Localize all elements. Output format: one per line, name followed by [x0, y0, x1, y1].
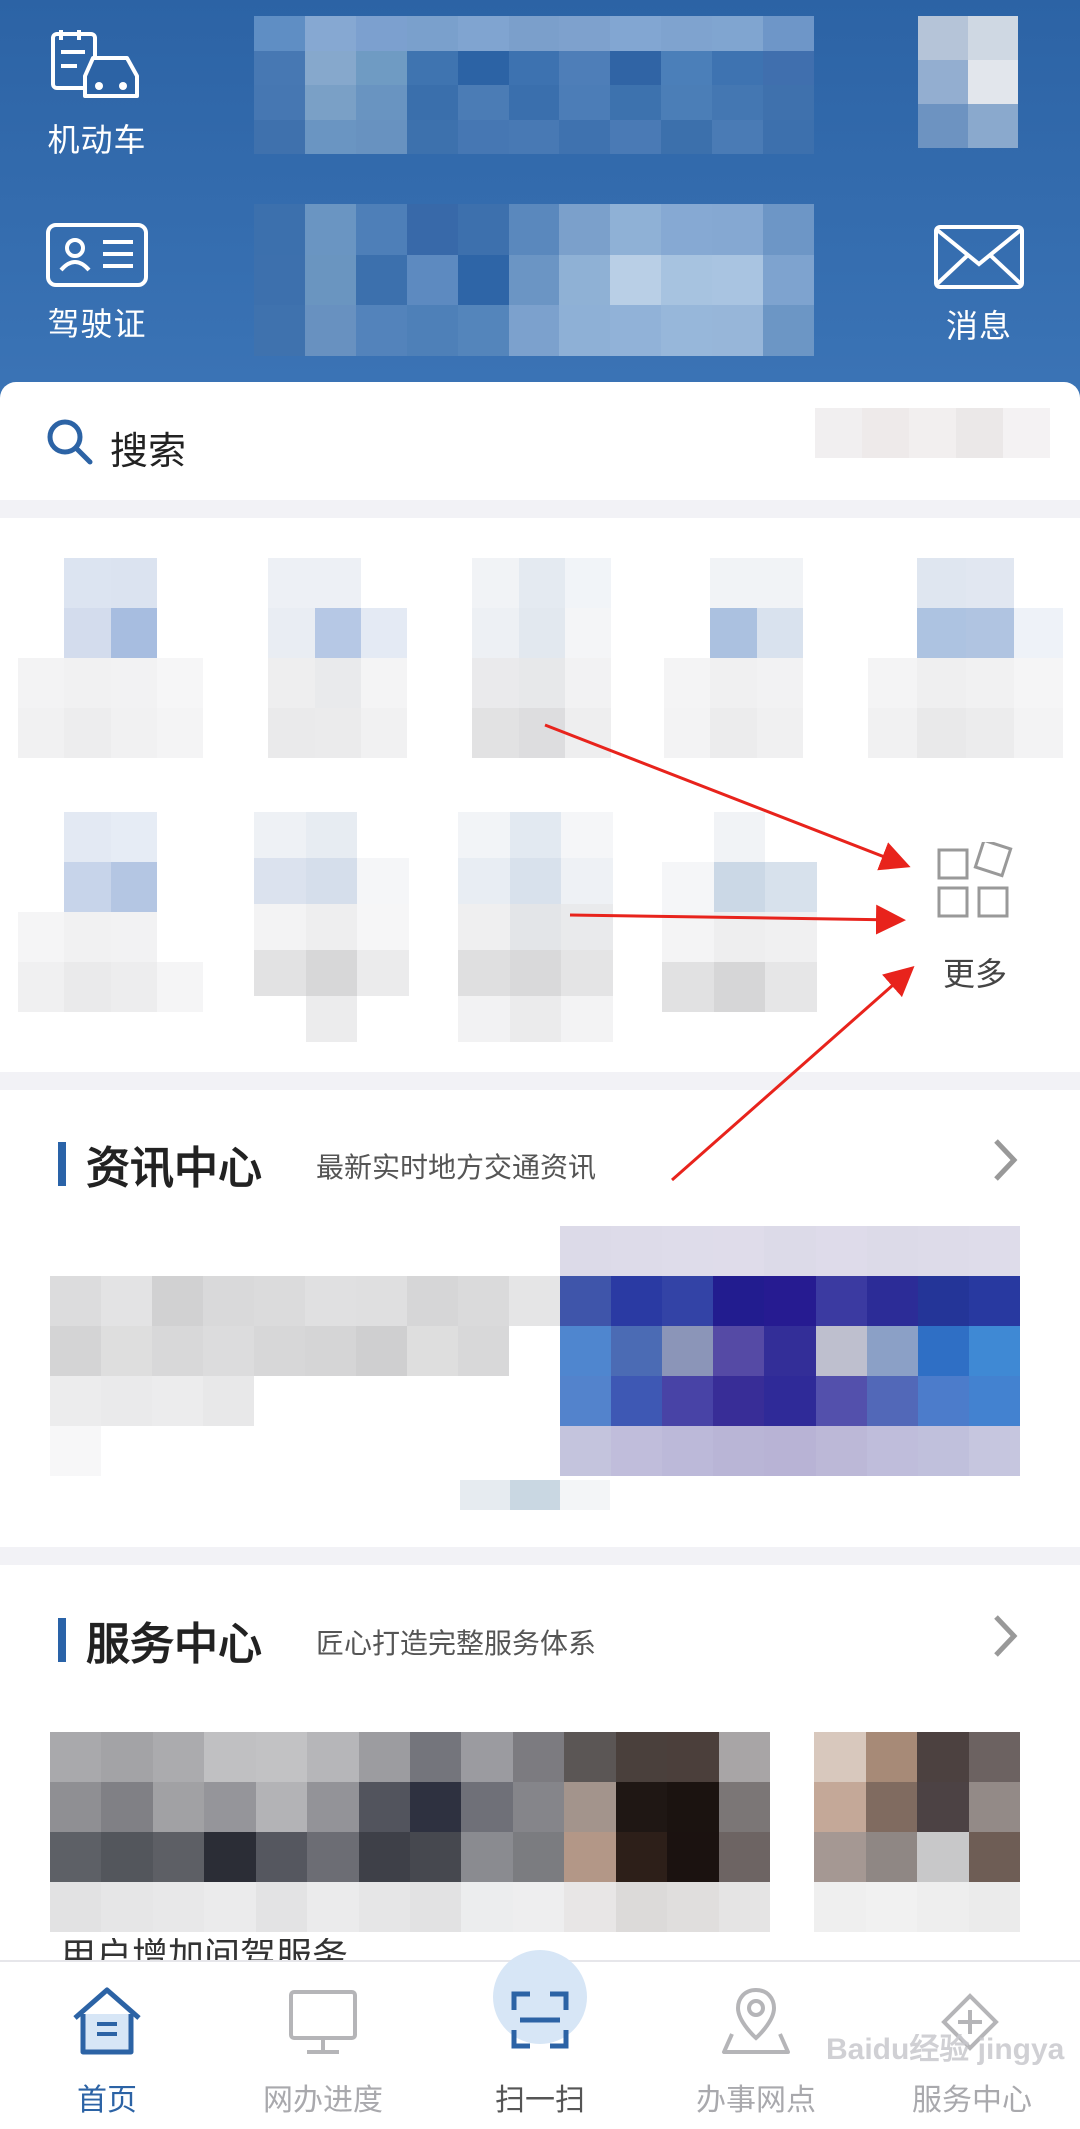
avatar-blurred: [918, 16, 1018, 148]
search-bar[interactable]: 搜索: [0, 382, 1080, 500]
service-partial-text: 用户增加间驾服务: [60, 1938, 349, 1960]
header-panel: 机动车 驾驶证 消息: [0, 0, 1080, 400]
car-doc-icon: [51, 30, 139, 98]
vehicle-label: 机动车: [47, 122, 147, 158]
divider-band: [0, 1547, 1080, 1565]
news-section-subtitle: 最新实时地方交通资讯: [316, 1152, 597, 1183]
scan-icon: [511, 1991, 569, 2049]
watermark: Baidu经验 jingyan.baidu.com: [826, 2034, 1066, 2066]
chevron-right-icon[interactable]: [990, 1135, 1020, 1185]
tab-scan-label: 扫一扫: [495, 2084, 585, 2117]
service-banner-blurred[interactable]: [50, 1732, 770, 1932]
more-button[interactable]: 更多: [925, 838, 1025, 995]
service-tile[interactable]: [254, 812, 409, 1042]
divider-band: [0, 1072, 1080, 1090]
search-suggestion-blurred: [815, 408, 1050, 458]
news-text-blurred[interactable]: [50, 1276, 560, 1476]
service-tile[interactable]: [222, 558, 407, 758]
vehicle-info-blurred: [254, 16, 814, 154]
chevron-right-icon[interactable]: [990, 1611, 1020, 1661]
service-tile[interactable]: [426, 558, 611, 758]
license-label: 驾驶证: [47, 306, 147, 342]
tab-home[interactable]: 首页: [17, 1982, 197, 2119]
tab-scan[interactable]: 扫一扫: [450, 1982, 630, 2119]
message-button[interactable]: 消息: [904, 224, 1054, 347]
message-label: 消息: [945, 308, 1012, 344]
tab-progress-label: 网办进度: [263, 2084, 383, 2117]
news-dots-blurred: [460, 1480, 610, 1510]
more-label: 更多: [942, 956, 1007, 992]
map-pin-icon: [722, 1987, 790, 2054]
search-placeholder: 搜索: [110, 431, 187, 473]
service-tile[interactable]: [18, 812, 203, 1012]
service-tile[interactable]: [458, 812, 613, 1042]
service-banner2-blurred[interactable]: [814, 1732, 1020, 1932]
section-accent-bar: [58, 1142, 66, 1186]
service-item-caption: 用户增加间驾服务: [60, 1938, 480, 1960]
divider-band: [0, 500, 1080, 518]
tab-service-center-label: 服务中心: [912, 2084, 1032, 2117]
monitor-icon: [289, 1990, 357, 2054]
tab-home-label: 首页: [77, 2084, 137, 2117]
envelope-icon: [934, 225, 1024, 289]
license-info-blurred: [254, 204, 814, 356]
service-tile[interactable]: [664, 558, 849, 758]
section-accent-bar: [58, 1618, 66, 1662]
news-thumbnail-blurred[interactable]: [560, 1226, 1020, 1476]
main-card: 搜索 更多 资讯中心 最新实时地方交通资讯 服务中心 匠心打造完整服务体系 用户…: [0, 382, 1080, 2127]
license-button[interactable]: 驾驶证: [22, 222, 172, 345]
search-icon: [47, 419, 93, 465]
service-tile[interactable]: [662, 812, 817, 1012]
tab-service-points-label: 办事网点: [696, 2084, 816, 2117]
news-section-title: 资讯中心: [86, 1144, 262, 1193]
grid-more-icon: [937, 838, 1013, 918]
id-card-icon: [46, 223, 148, 287]
service-section-subtitle: 匠心打造完整服务体系: [316, 1628, 597, 1659]
vehicle-button[interactable]: 机动车: [22, 28, 172, 161]
service-tile[interactable]: [18, 558, 203, 758]
service-tile[interactable]: [868, 558, 1063, 758]
home-icon: [73, 1987, 141, 2055]
service-section-title: 服务中心: [86, 1620, 262, 1669]
tab-progress[interactable]: 网办进度: [233, 1982, 413, 2119]
tab-service-points[interactable]: 办事网点: [666, 1982, 846, 2119]
